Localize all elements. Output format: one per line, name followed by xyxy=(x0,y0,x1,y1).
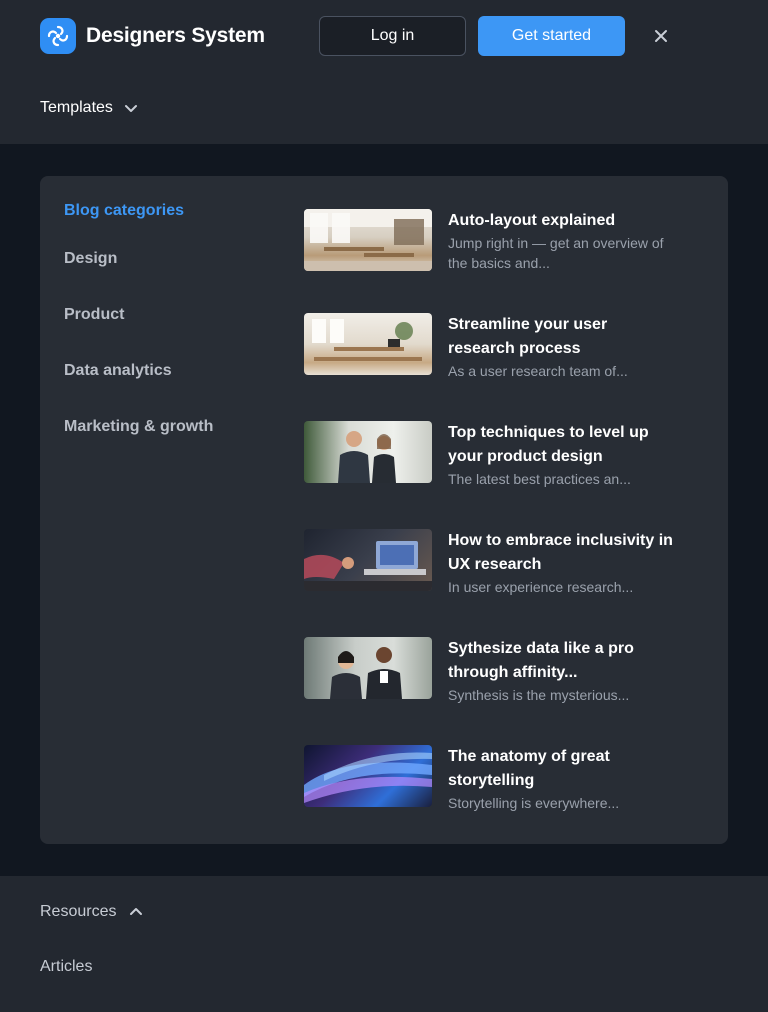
blog-categories-heading[interactable]: Blog categories xyxy=(64,202,184,220)
templates-dropdown[interactable]: Templates xyxy=(40,96,139,120)
blog-post-card[interactable]: Top techniques to level up your product … xyxy=(304,421,704,501)
post-title: Top techniques to level up your product … xyxy=(448,424,649,465)
post-excerpt: Synthesis is the mysterious... xyxy=(448,687,630,703)
category-product[interactable]: Product xyxy=(64,306,124,324)
post-excerpt: Storytelling is everywhere... xyxy=(448,795,620,811)
templates-label: Templates xyxy=(40,99,113,116)
blog-post-card[interactable]: The anatomy of great storytelling Storyt… xyxy=(304,745,704,825)
chevron-up-icon xyxy=(130,908,143,915)
post-excerpt: The latest best practices an... xyxy=(448,471,631,487)
post-thumbnail-workspace xyxy=(304,313,432,375)
chevron-down-icon xyxy=(124,105,137,112)
category-marketing-growth[interactable]: Marketing & growth xyxy=(64,418,213,436)
blog-menu-panel: Blog categories Design Product Data anal… xyxy=(40,176,728,844)
logo-icon[interactable] xyxy=(40,18,76,54)
post-thumbnail-laptop-meeting xyxy=(304,529,432,591)
post-title: Streamline your user research process xyxy=(448,316,608,357)
get-started-button[interactable]: Get started xyxy=(478,16,625,56)
category-data-analytics[interactable]: Data analytics xyxy=(64,362,172,380)
post-title: Auto-layout explained xyxy=(448,212,616,229)
brand-name[interactable]: Designers System xyxy=(86,22,265,50)
post-title: Sythesize data like a pro through affini… xyxy=(448,640,634,681)
blog-post-card[interactable]: Streamline your user research process As… xyxy=(304,313,704,393)
close-icon[interactable] xyxy=(649,24,673,48)
post-title: How to embrace inclusivity in UX researc… xyxy=(448,532,673,573)
post-excerpt: In user experience research... xyxy=(448,579,634,595)
category-design[interactable]: Design xyxy=(64,250,117,268)
post-excerpt: Jump right in — get an overview of the b… xyxy=(448,235,664,271)
resources-label: Resources xyxy=(40,903,117,920)
top-header: Designers System Log in Get started Temp… xyxy=(0,0,768,144)
blog-post-card[interactable]: Auto-layout explained Jump right in — ge… xyxy=(304,209,704,289)
post-thumbnail-office xyxy=(304,209,432,271)
post-thumbnail-abstract-waves xyxy=(304,745,432,807)
blog-post-card[interactable]: Sythesize data like a pro through affini… xyxy=(304,637,704,717)
footer-menu: Resources Articles xyxy=(0,876,768,1012)
blog-post-card[interactable]: How to embrace inclusivity in UX researc… xyxy=(304,529,704,609)
login-button[interactable]: Log in xyxy=(319,16,466,56)
resources-dropdown[interactable]: Resources xyxy=(40,900,144,924)
post-thumbnail-colleagues xyxy=(304,637,432,699)
articles-link[interactable]: Articles xyxy=(40,958,92,976)
post-title: The anatomy of great storytelling xyxy=(448,748,610,789)
post-excerpt: As a user research team of... xyxy=(448,363,628,379)
post-thumbnail-team-portrait xyxy=(304,421,432,483)
